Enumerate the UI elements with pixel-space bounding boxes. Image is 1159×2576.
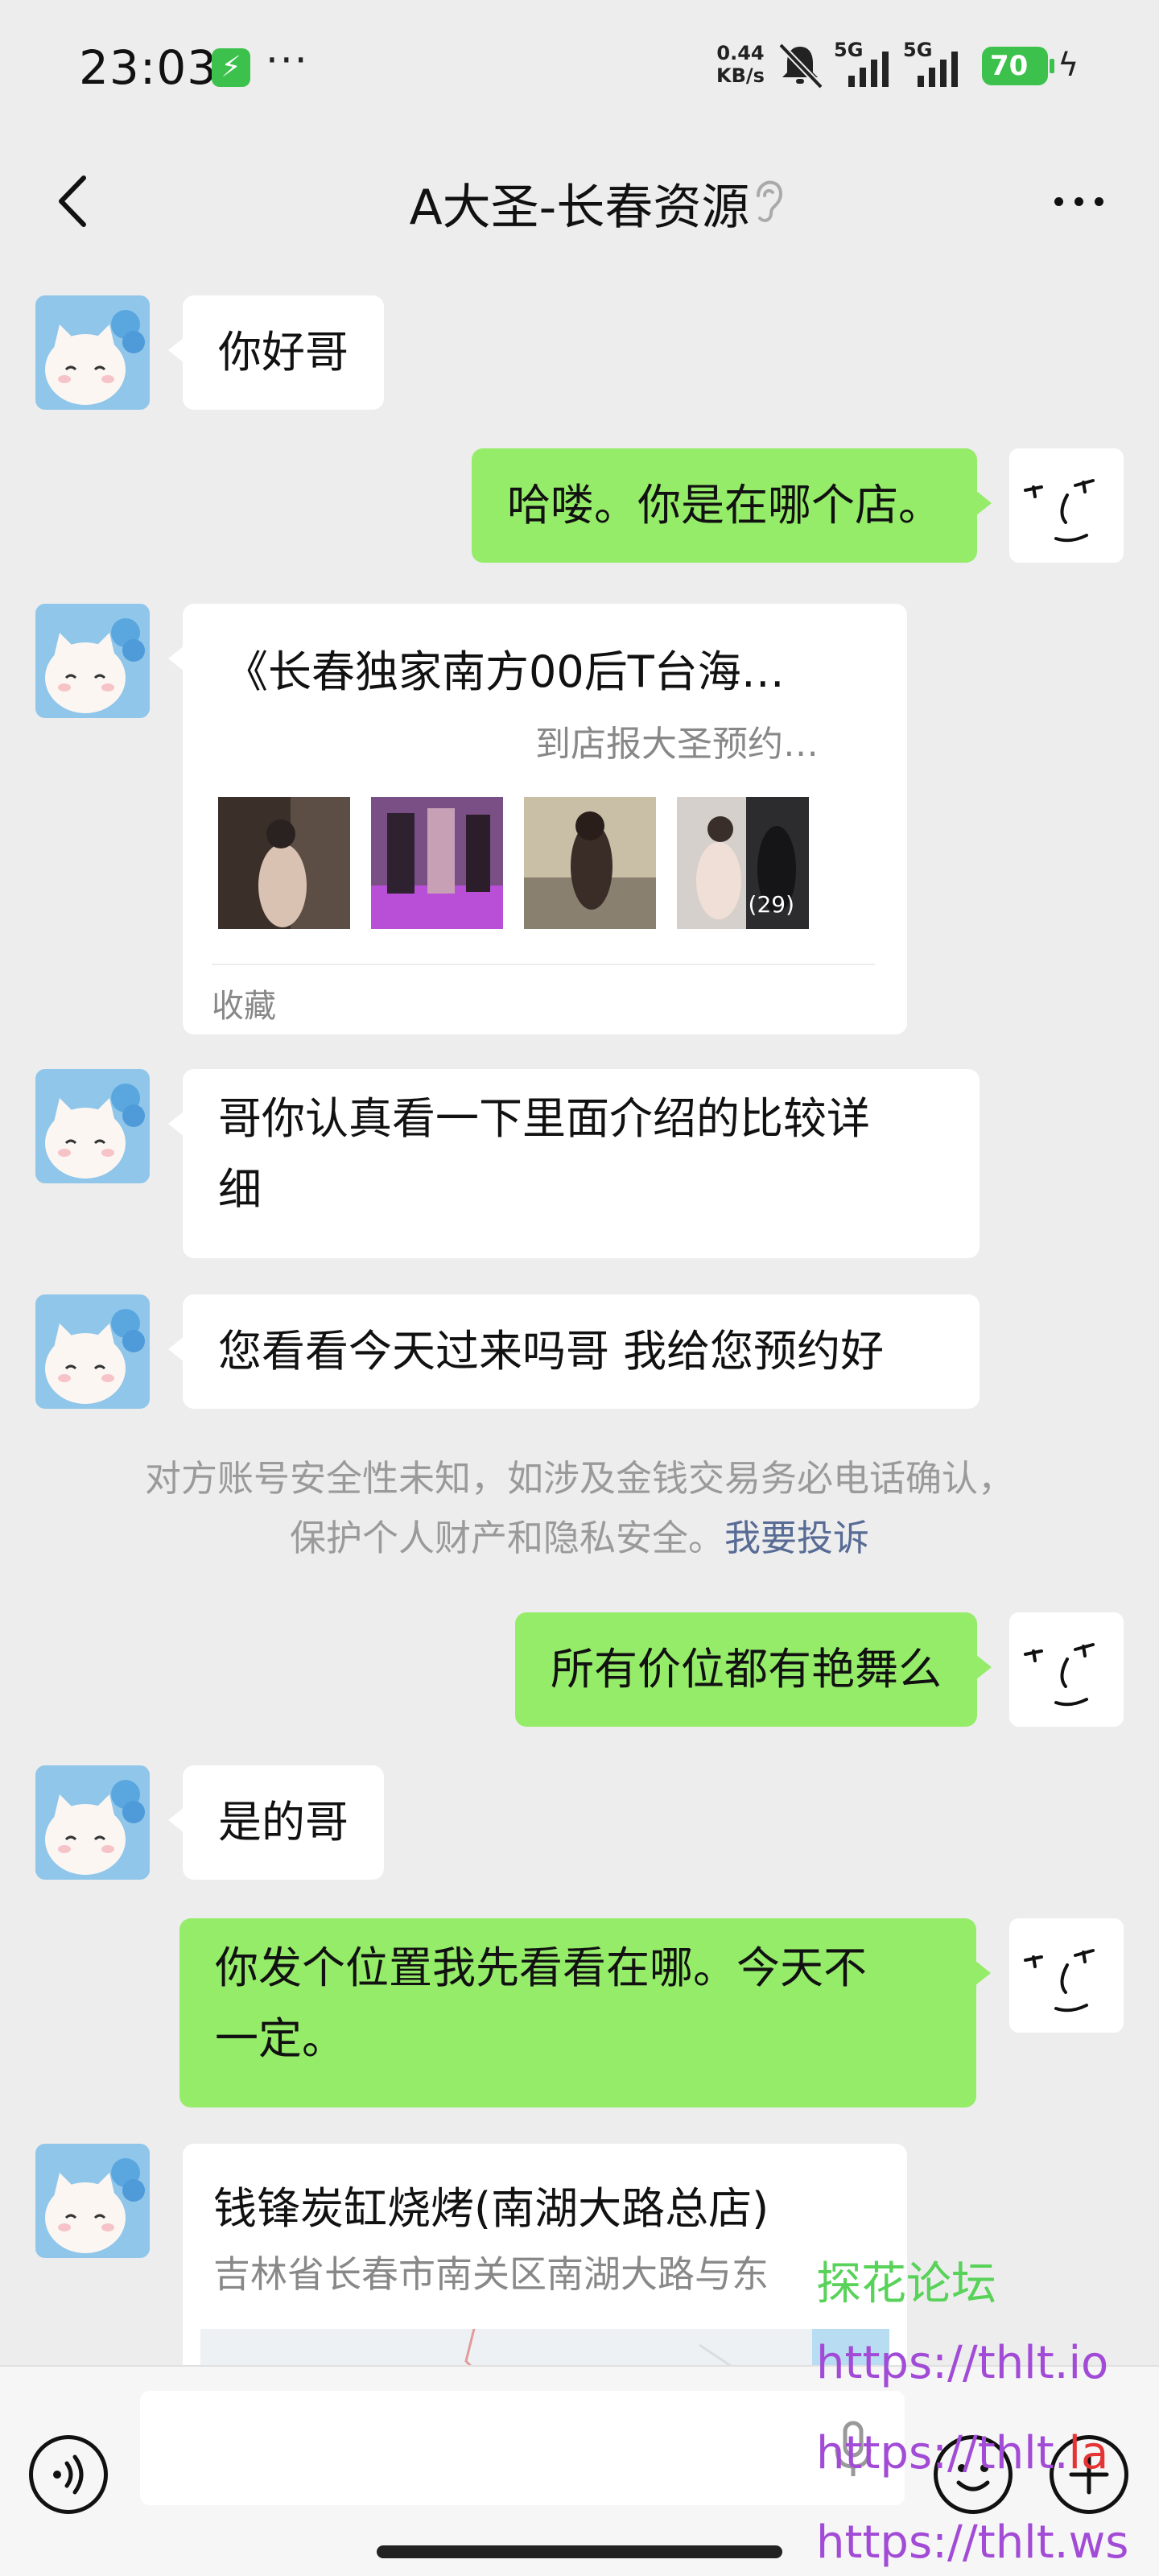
message-bubble[interactable]: 你发个位置我先看看在哪。今天不 一定。 [179, 1918, 991, 2107]
message-line: 细 [218, 1164, 262, 1215]
contact-avatar[interactable] [35, 2144, 150, 2258]
network-speed-value: 0.44 [716, 42, 765, 64]
cat-avatar-image [35, 1294, 150, 1409]
contact-avatar[interactable] [35, 1294, 150, 1409]
cat-avatar-image [35, 1765, 150, 1880]
chat-title: A大圣-长春资源 [409, 180, 750, 236]
my-avatar[interactable] [1009, 448, 1124, 563]
signal-sim2-icon: 5G [903, 39, 975, 90]
watermark-line: https://thlt.la [816, 2427, 1109, 2479]
message-line: 你发个位置我先看看在哪。今天不 [215, 1942, 867, 1993]
contact-avatar[interactable] [35, 295, 150, 410]
charging-icon: ϟ [1058, 47, 1079, 84]
image-count: (29) [748, 891, 794, 918]
report-link[interactable]: 我要投诉 [724, 1517, 869, 1559]
card-source-label: 收藏 [212, 988, 276, 1025]
message-input[interactable] [140, 2391, 905, 2505]
signal-sim1-icon: 5G [834, 39, 906, 90]
card-divider [212, 964, 875, 965]
security-notice: 对方账号安全性未知，如涉及金钱交易务必电话确认， 保护个人财产和隐私安全。我要投… [0, 1449, 1159, 1568]
thumbnail-image [218, 797, 350, 929]
notice-line: 保护个人财产和隐私安全。 [289, 1517, 724, 1559]
my-avatar[interactable] [1009, 1612, 1124, 1727]
shared-favorites-card[interactable]: 《长春独家南方00后T台海… 到店报大圣预约… (29) 收藏 [168, 604, 907, 1034]
clock: 23:03 [79, 40, 218, 95]
message-bubble[interactable]: 您看看今天过来吗哥 我给您预约好 [168, 1294, 980, 1409]
thumbnail-image [371, 797, 503, 929]
contact-avatar[interactable] [35, 1765, 150, 1880]
cat-avatar-image [35, 295, 150, 410]
network-speed-unit: KB/s [716, 64, 765, 87]
watermark-line: https://thlt.io [816, 2337, 1109, 2389]
my-avatar[interactable] [1009, 1918, 1124, 2033]
cat-avatar-image [35, 1069, 150, 1183]
message-bubble[interactable]: 所有价位都有艳舞么 [515, 1612, 992, 1727]
card-title: 《长春独家南方00后T台海… [225, 646, 785, 697]
watermark-line: 探花论坛 [816, 2258, 996, 2310]
status-bar: 23:03 ⚡ ··· 0.44 KB/s 5G 5G 70 ϟ [0, 0, 1159, 133]
message-bubble[interactable]: 哥你认真看一下里面介绍的比较详 细 [168, 1069, 980, 1258]
face-doodle-image [1009, 1918, 1124, 2033]
more-notifications-icon: ··· [266, 37, 309, 84]
watermark-line: https://thlt.ws [816, 2516, 1129, 2569]
cat-avatar-image [35, 604, 150, 718]
face-doodle-image [1009, 1612, 1124, 1727]
lightning-icon: ⚡ [212, 48, 250, 87]
location-card[interactable]: 钱锋炭缸烧烤(南湖大路总店) 吉林省长春市南关区南湖大路与东 [183, 2144, 907, 2385]
card-subtitle: 到店报大圣预约… [535, 724, 819, 765]
ear-icon [757, 180, 782, 222]
thumbnail-image: (29) [677, 797, 809, 929]
message-bubble[interactable]: 哈喽。你是在哪个店。 [472, 448, 992, 563]
face-doodle-image [1009, 448, 1124, 563]
network-speed: 0.44 KB/s [712, 42, 769, 87]
more-options-button[interactable] [1038, 173, 1119, 229]
contact-avatar[interactable] [35, 1069, 150, 1183]
voice-input-button[interactable] [29, 2435, 108, 2514]
notice-line: 对方账号安全性未知，如涉及金钱交易务必电话确认， [144, 1457, 1014, 1500]
message-line: 哥你认真看一下里面介绍的比较详 [218, 1093, 870, 1144]
chat-header: A大圣-长春资源 [0, 133, 1159, 270]
home-indicator[interactable] [377, 2545, 782, 2558]
cat-avatar-image [35, 2144, 150, 2258]
message-bubble[interactable]: 是的哥 [168, 1765, 384, 1880]
mute-bell-icon [778, 43, 823, 89]
message-bubble[interactable]: 你好哥 [168, 295, 384, 410]
thumbnail-image [524, 797, 656, 929]
message-line: 一定。 [215, 2013, 345, 2064]
location-address: 吉林省长春市南关区南湖大路与东 [213, 2252, 769, 2296]
location-title: 钱锋炭缸烧烤(南湖大路总店) [213, 2183, 769, 2234]
battery-icon: 70 [982, 47, 1054, 85]
more-dots-icon [1054, 196, 1063, 206]
contact-avatar[interactable] [35, 604, 150, 718]
voice-icon [53, 2454, 84, 2495]
